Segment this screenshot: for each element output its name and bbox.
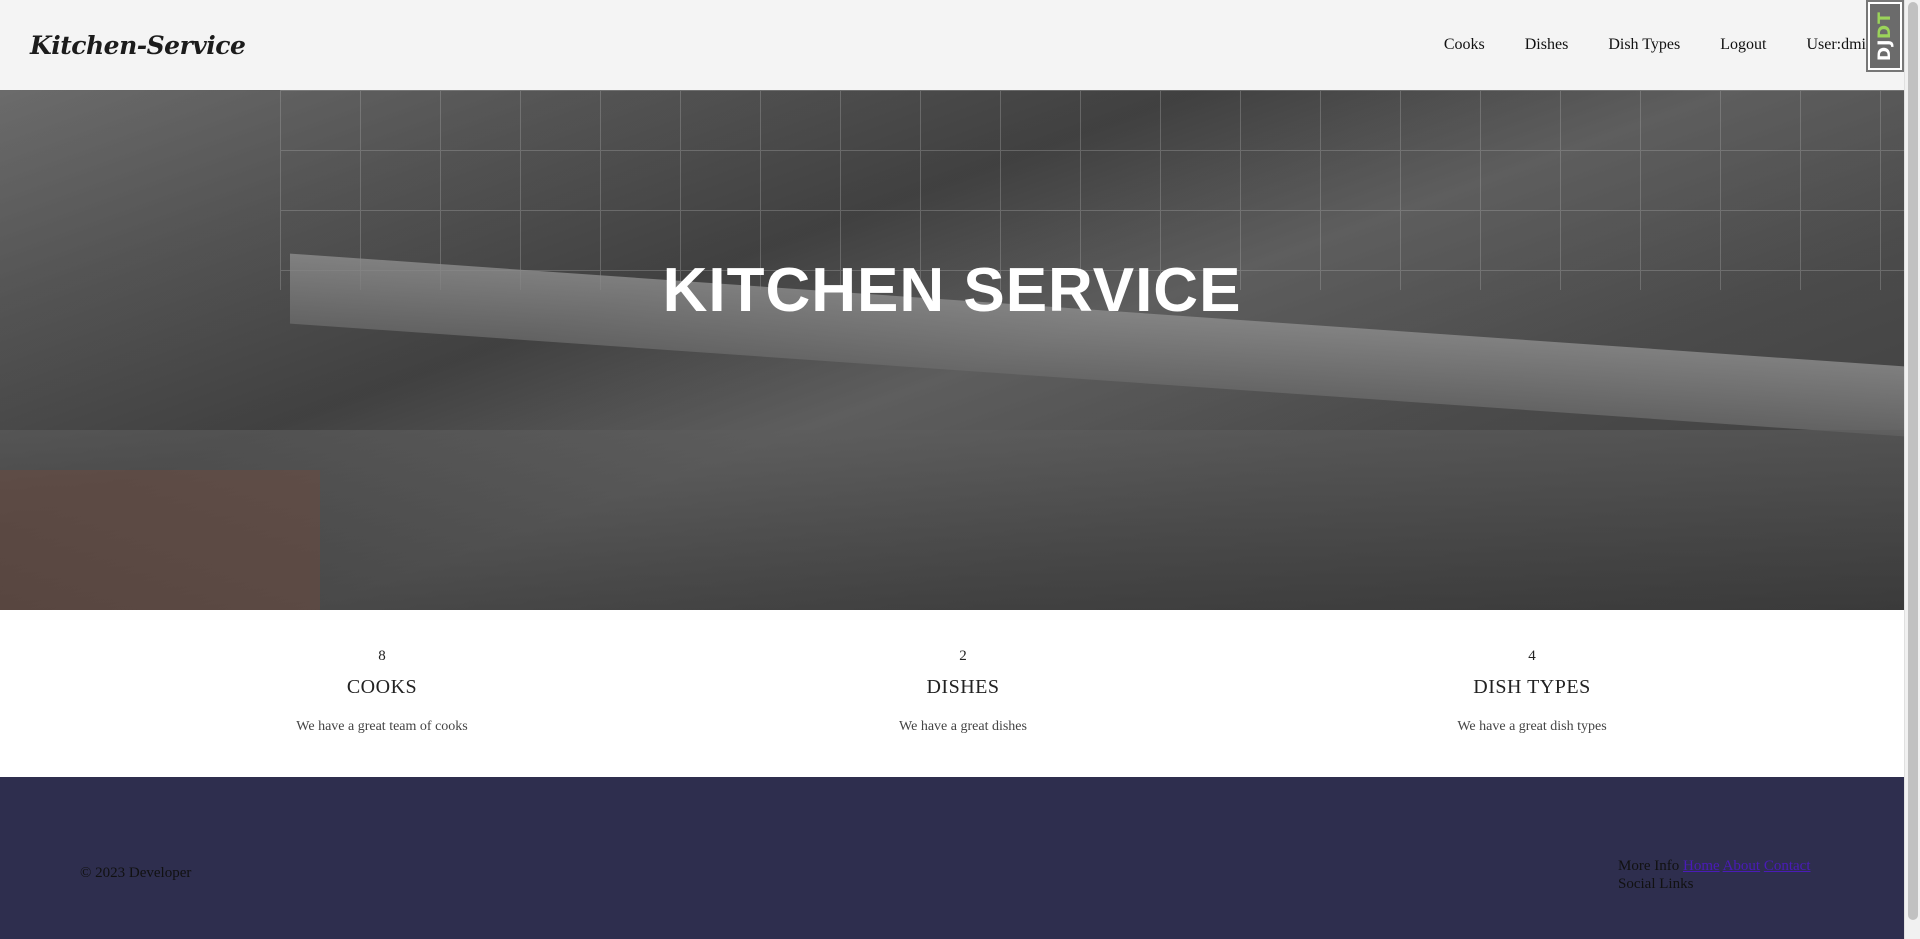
stat-description: We have a great team of cooks: [296, 719, 468, 734]
nav-link-dish-types[interactable]: Dish Types: [1608, 36, 1680, 54]
page-scrollbar[interactable]: [1904, 0, 1920, 939]
stats-section: 8 COOKS We have a great team of cooks 2 …: [0, 610, 1904, 777]
stat-label: DISHES: [926, 676, 1000, 698]
header: Kitchen-Service Cooks Dishes Dish Types …: [0, 0, 1904, 90]
debug-toolbar-logo: DJ DT: [1870, 4, 1900, 68]
stat-number: 2: [959, 648, 967, 664]
hero-banner: KITCHEN SERVICE: [0, 90, 1904, 610]
brand-logo[interactable]: Kitchen-Service: [30, 31, 246, 60]
nav-link-cooks[interactable]: Cooks: [1444, 36, 1485, 54]
stat-label: COOKS: [346, 676, 418, 698]
footer: © 2023 Developer More Info Home About Co…: [0, 777, 1904, 939]
djdt-dt: DT: [1875, 10, 1895, 39]
stat-number: 4: [1528, 648, 1536, 664]
djdt-dj: DJ: [1875, 38, 1895, 62]
main-nav: Cooks Dishes Dish Types Logout User:dmin: [1404, 36, 1874, 54]
hero-title: KITCHEN SERVICE: [662, 256, 1242, 325]
nav-link-dishes[interactable]: Dishes: [1525, 36, 1569, 54]
footer-link-contact[interactable]: Contact: [1764, 858, 1811, 874]
hero-background-floor: [0, 470, 320, 610]
debug-toolbar-handle[interactable]: DJ DT: [1866, 0, 1904, 72]
footer-link-about[interactable]: About: [1723, 858, 1761, 874]
footer-more-info-line: More Info Home About Contact: [1618, 857, 1811, 875]
scrollbar-thumb[interactable]: [1908, 2, 1918, 920]
user-label: User:dmin: [1806, 36, 1874, 53]
social-links-label: Social Links: [1618, 876, 1694, 892]
stat-cooks: 8 COOKS We have a great team of cooks: [182, 648, 582, 735]
stat-description: We have a great dish types: [1457, 719, 1607, 734]
stat-description: We have a great dishes: [899, 719, 1027, 734]
footer-link-home[interactable]: Home: [1683, 858, 1720, 874]
more-info-label: More Info: [1618, 858, 1680, 874]
stat-dishes: 2 DISHES We have a great dishes: [763, 648, 1163, 735]
stat-label: DISH TYPES: [1473, 676, 1591, 698]
stat-number: 8: [378, 648, 386, 664]
footer-more-info: More Info Home About Contact Social Link…: [1618, 857, 1811, 893]
nav-link-logout[interactable]: Logout: [1720, 36, 1766, 54]
footer-copyright: © 2023 Developer: [80, 865, 192, 881]
stat-dish-types: 4 DISH TYPES We have a great dish types: [1332, 648, 1732, 735]
